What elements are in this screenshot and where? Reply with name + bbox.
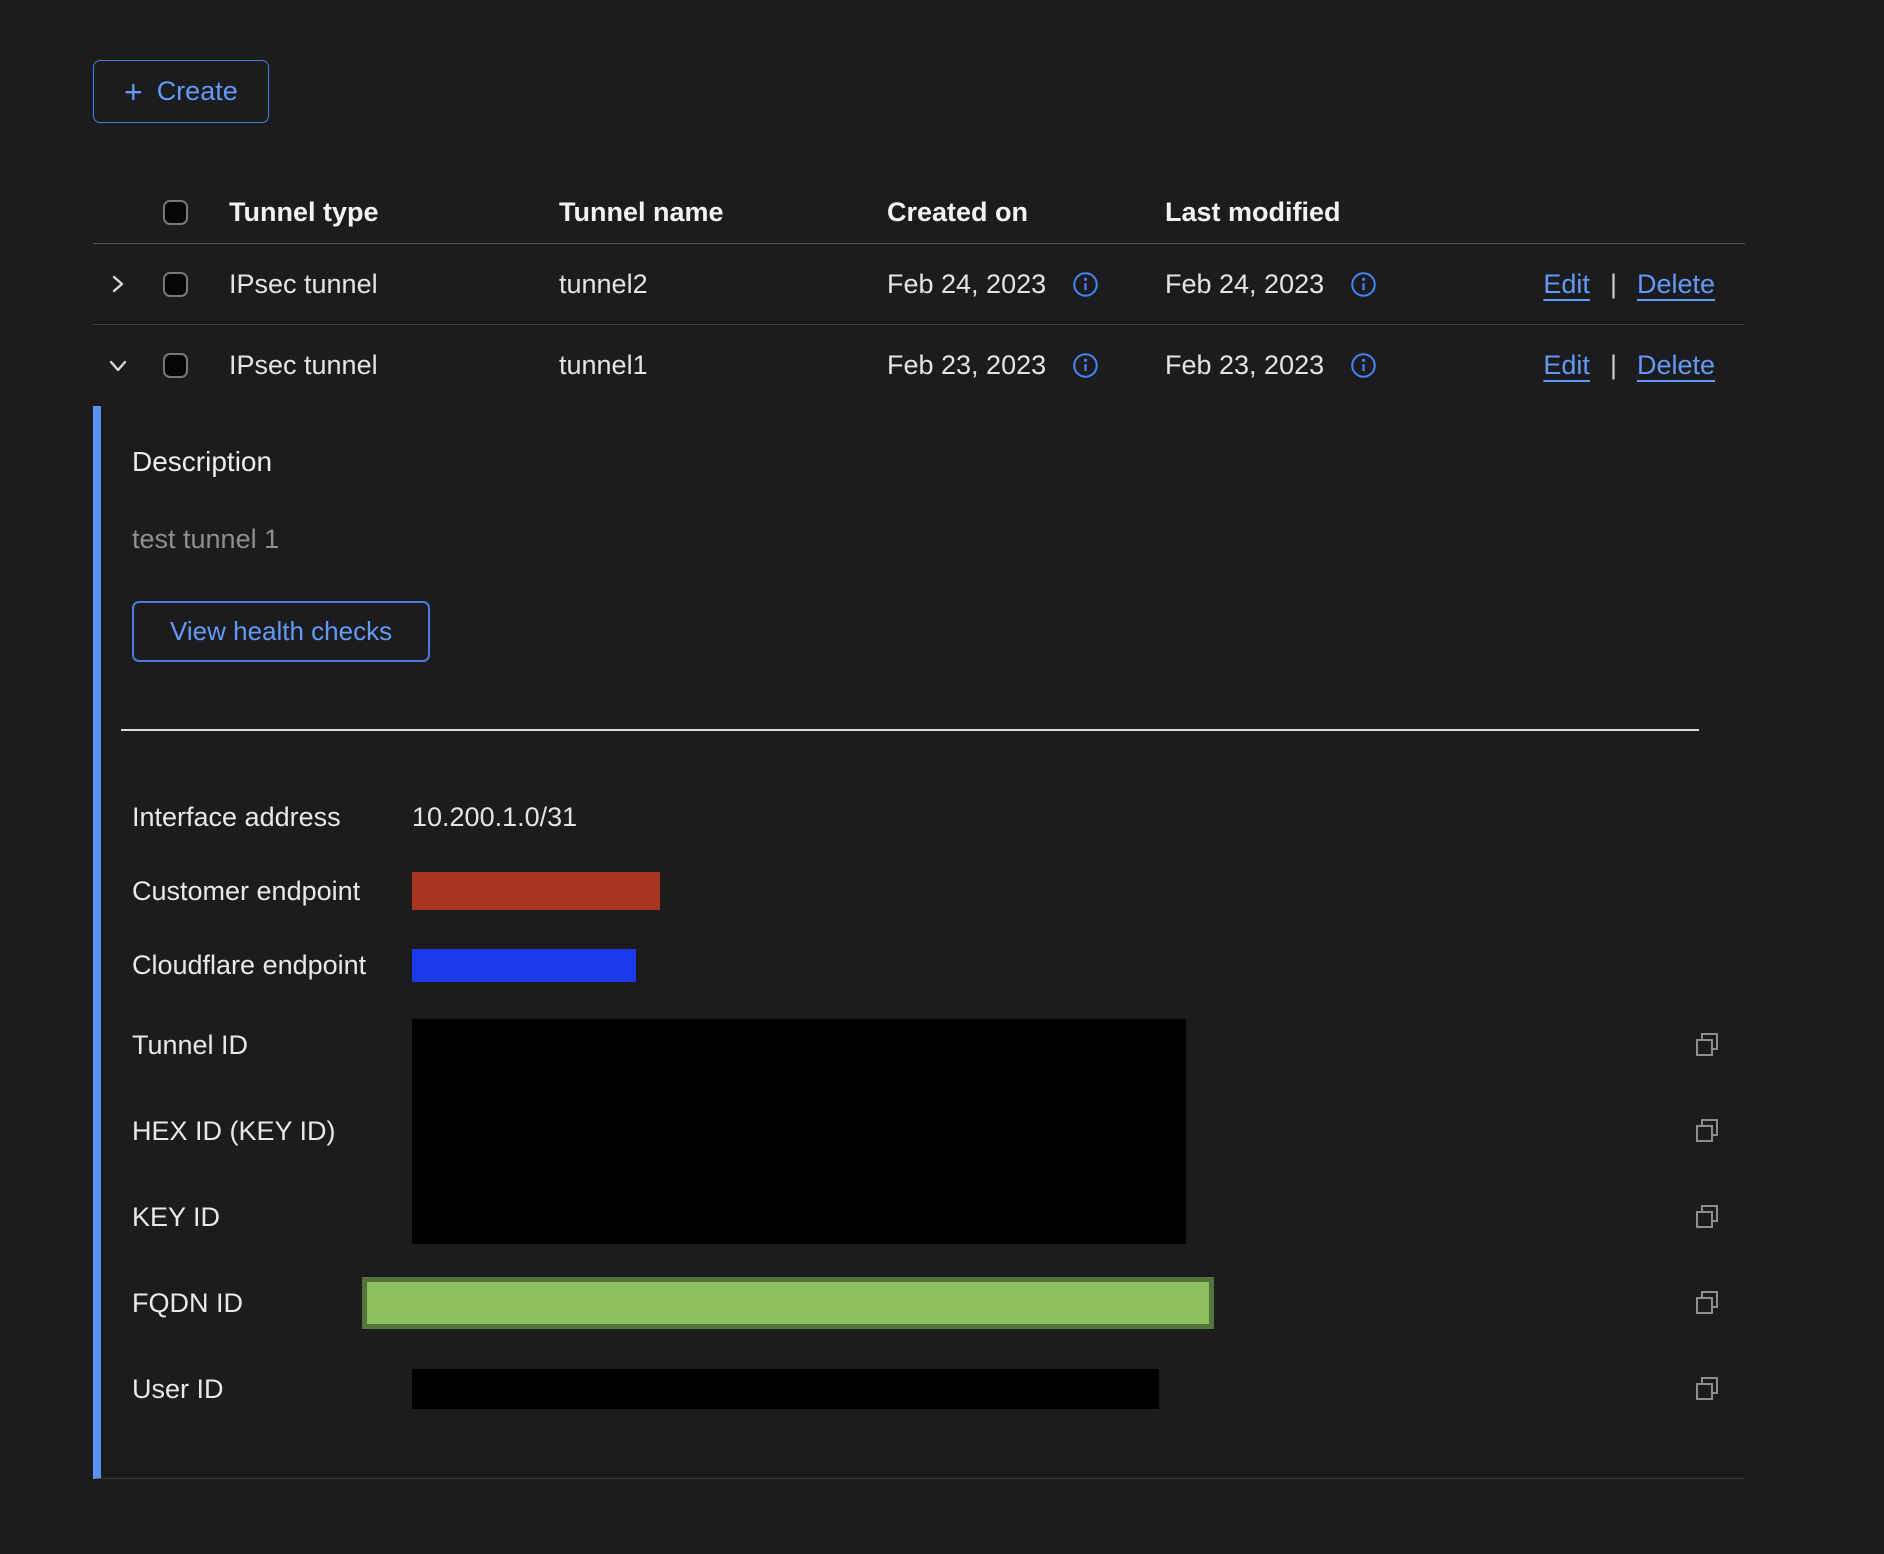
copy-icon [1693, 1289, 1721, 1317]
copy-icon [1693, 1203, 1721, 1231]
copy-icon [1693, 1375, 1721, 1403]
create-button-label: Create [157, 76, 238, 107]
expand-row-button[interactable] [93, 271, 155, 297]
table-header-row: Tunnel type Tunnel name Created on Last … [93, 182, 1745, 244]
field-label-cloudflare-endpoint: Cloudflare endpoint [132, 950, 412, 981]
field-label-user-id: User ID [132, 1374, 412, 1405]
table-row: IPsec tunnel tunnel2 Feb 24, 2023 Feb 24… [93, 244, 1745, 325]
last-modified-cell: Feb 24, 2023 [1155, 269, 1525, 300]
copy-tunnel-id-button[interactable] [1677, 1031, 1737, 1059]
chevron-right-icon [105, 271, 131, 297]
field-label-key-id: KEY ID [132, 1202, 412, 1233]
edit-link[interactable]: Edit [1543, 350, 1590, 381]
row-checkbox[interactable] [163, 272, 188, 297]
last-modified-cell: Feb 23, 2023 [1155, 350, 1525, 381]
row-checkbox[interactable] [163, 353, 188, 378]
created-on-date: Feb 24, 2023 [887, 269, 1046, 300]
tunnel-detail-panel: Description test tunnel 1 View health ch… [93, 406, 1745, 1479]
field-label-tunnel-id: Tunnel ID [132, 1030, 412, 1061]
delete-link[interactable]: Delete [1637, 269, 1715, 300]
field-label-customer-endpoint: Customer endpoint [132, 876, 412, 907]
redacted-user-id [412, 1369, 1159, 1409]
delete-link[interactable]: Delete [1637, 350, 1715, 381]
copy-user-id-button[interactable] [1677, 1375, 1737, 1403]
col-header-created-on: Created on [877, 197, 1155, 228]
field-value-interface-address: 10.200.1.0/31 [412, 802, 1677, 833]
tunnel-name-cell: tunnel1 [549, 350, 877, 381]
description-label: Description [132, 446, 1745, 478]
actions-separator: | [1610, 269, 1617, 300]
edit-link[interactable]: Edit [1543, 269, 1590, 300]
chevron-down-icon [105, 353, 131, 379]
copy-fqdn-id-button[interactable] [1677, 1289, 1737, 1317]
created-on-date: Feb 23, 2023 [887, 350, 1046, 381]
section-divider [121, 729, 1699, 731]
tunnel-fields: Interface address 10.200.1.0/31 Customer… [132, 780, 1737, 1432]
created-on-cell: Feb 23, 2023 [877, 350, 1155, 381]
copy-key-id-button[interactable] [1677, 1203, 1737, 1231]
field-label-hex-id: HEX ID (KEY ID) [132, 1116, 412, 1147]
collapse-row-button[interactable] [93, 353, 155, 379]
row-actions: Edit | Delete [1525, 269, 1745, 300]
created-on-cell: Feb 24, 2023 [877, 269, 1155, 300]
copy-icon [1693, 1031, 1721, 1059]
copy-hex-id-button[interactable] [1677, 1117, 1737, 1145]
field-label-interface-address: Interface address [132, 802, 412, 833]
copy-icon [1693, 1117, 1721, 1145]
create-button[interactable]: + Create [93, 60, 269, 123]
actions-separator: | [1610, 350, 1617, 381]
plus-icon: + [124, 76, 143, 108]
col-header-tunnel-type: Tunnel type [219, 197, 549, 228]
redacted-id-block [412, 1019, 1186, 1244]
info-icon[interactable] [1072, 271, 1099, 298]
tunnel-type-cell: IPsec tunnel [219, 269, 549, 300]
last-modified-date: Feb 24, 2023 [1165, 269, 1324, 300]
select-all-checkbox[interactable] [163, 200, 188, 225]
info-icon[interactable] [1350, 271, 1377, 298]
info-icon[interactable] [1350, 352, 1377, 379]
description-value: test tunnel 1 [132, 524, 1745, 555]
last-modified-date: Feb 23, 2023 [1165, 350, 1324, 381]
tunnel-name-cell: tunnel2 [549, 269, 877, 300]
col-header-tunnel-name: Tunnel name [549, 197, 877, 228]
redacted-customer-endpoint [412, 872, 660, 910]
tunnels-table: Tunnel type Tunnel name Created on Last … [93, 182, 1745, 406]
table-row: IPsec tunnel tunnel1 Feb 23, 2023 Feb 23… [93, 325, 1745, 406]
view-health-checks-button[interactable]: View health checks [132, 601, 430, 662]
col-header-last-modified: Last modified [1155, 197, 1525, 228]
redacted-cloudflare-endpoint [412, 949, 636, 982]
tunnel-type-cell: IPsec tunnel [219, 350, 549, 381]
row-actions: Edit | Delete [1525, 350, 1745, 381]
info-icon[interactable] [1072, 352, 1099, 379]
redacted-fqdn-id [362, 1277, 1214, 1329]
